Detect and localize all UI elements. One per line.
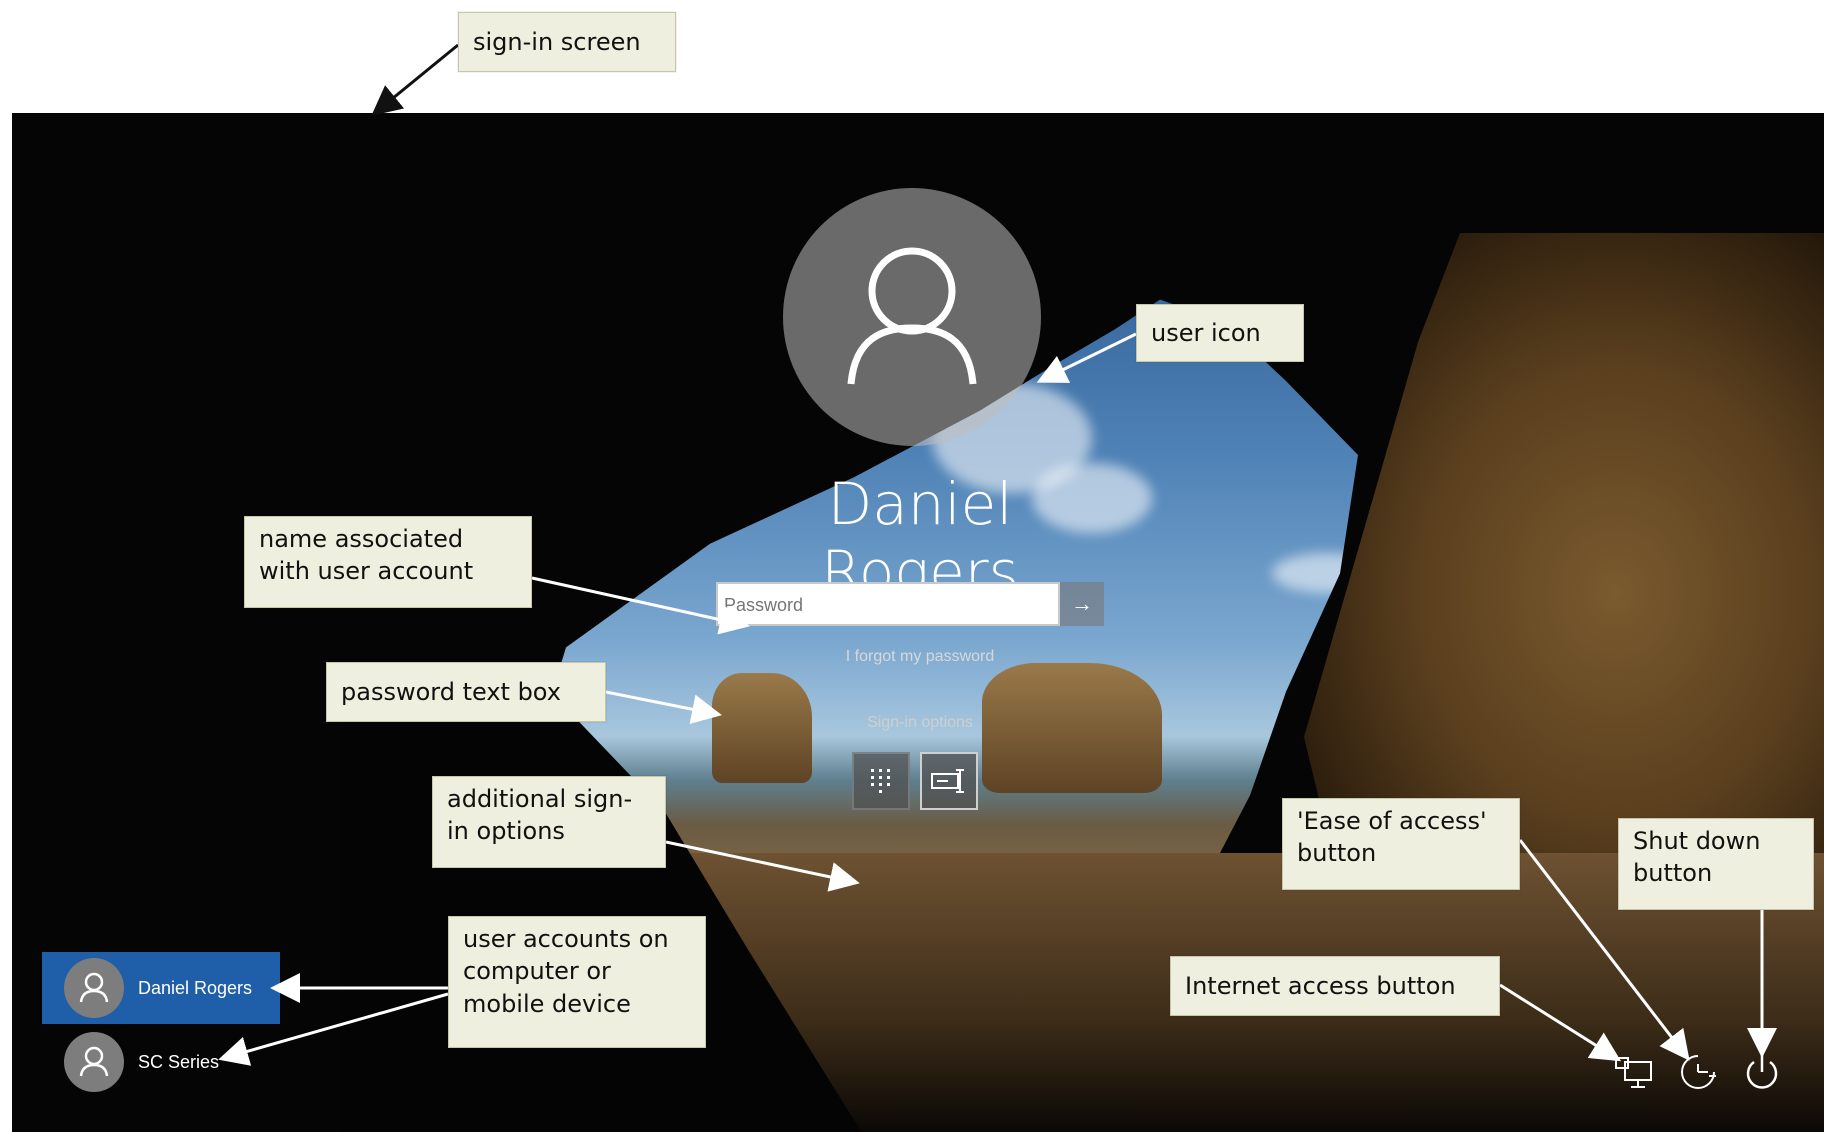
callout-shut-down: Shut down button — [1618, 818, 1814, 910]
callout-ease-of-access: 'Ease of access' button — [1282, 798, 1520, 890]
callout-additional-options: additional sign-in options — [432, 776, 666, 868]
callout-password-text-box: password text box — [326, 662, 606, 722]
callout-signin-screen: sign-in screen — [458, 12, 676, 72]
callout-user-icon: user icon — [1136, 304, 1304, 362]
callout-user-accounts: user accounts on computer or mobile devi… — [448, 916, 706, 1048]
callout-name-associated: name associated with user account — [244, 516, 532, 608]
callout-internet-access: Internet access button — [1170, 956, 1500, 1016]
